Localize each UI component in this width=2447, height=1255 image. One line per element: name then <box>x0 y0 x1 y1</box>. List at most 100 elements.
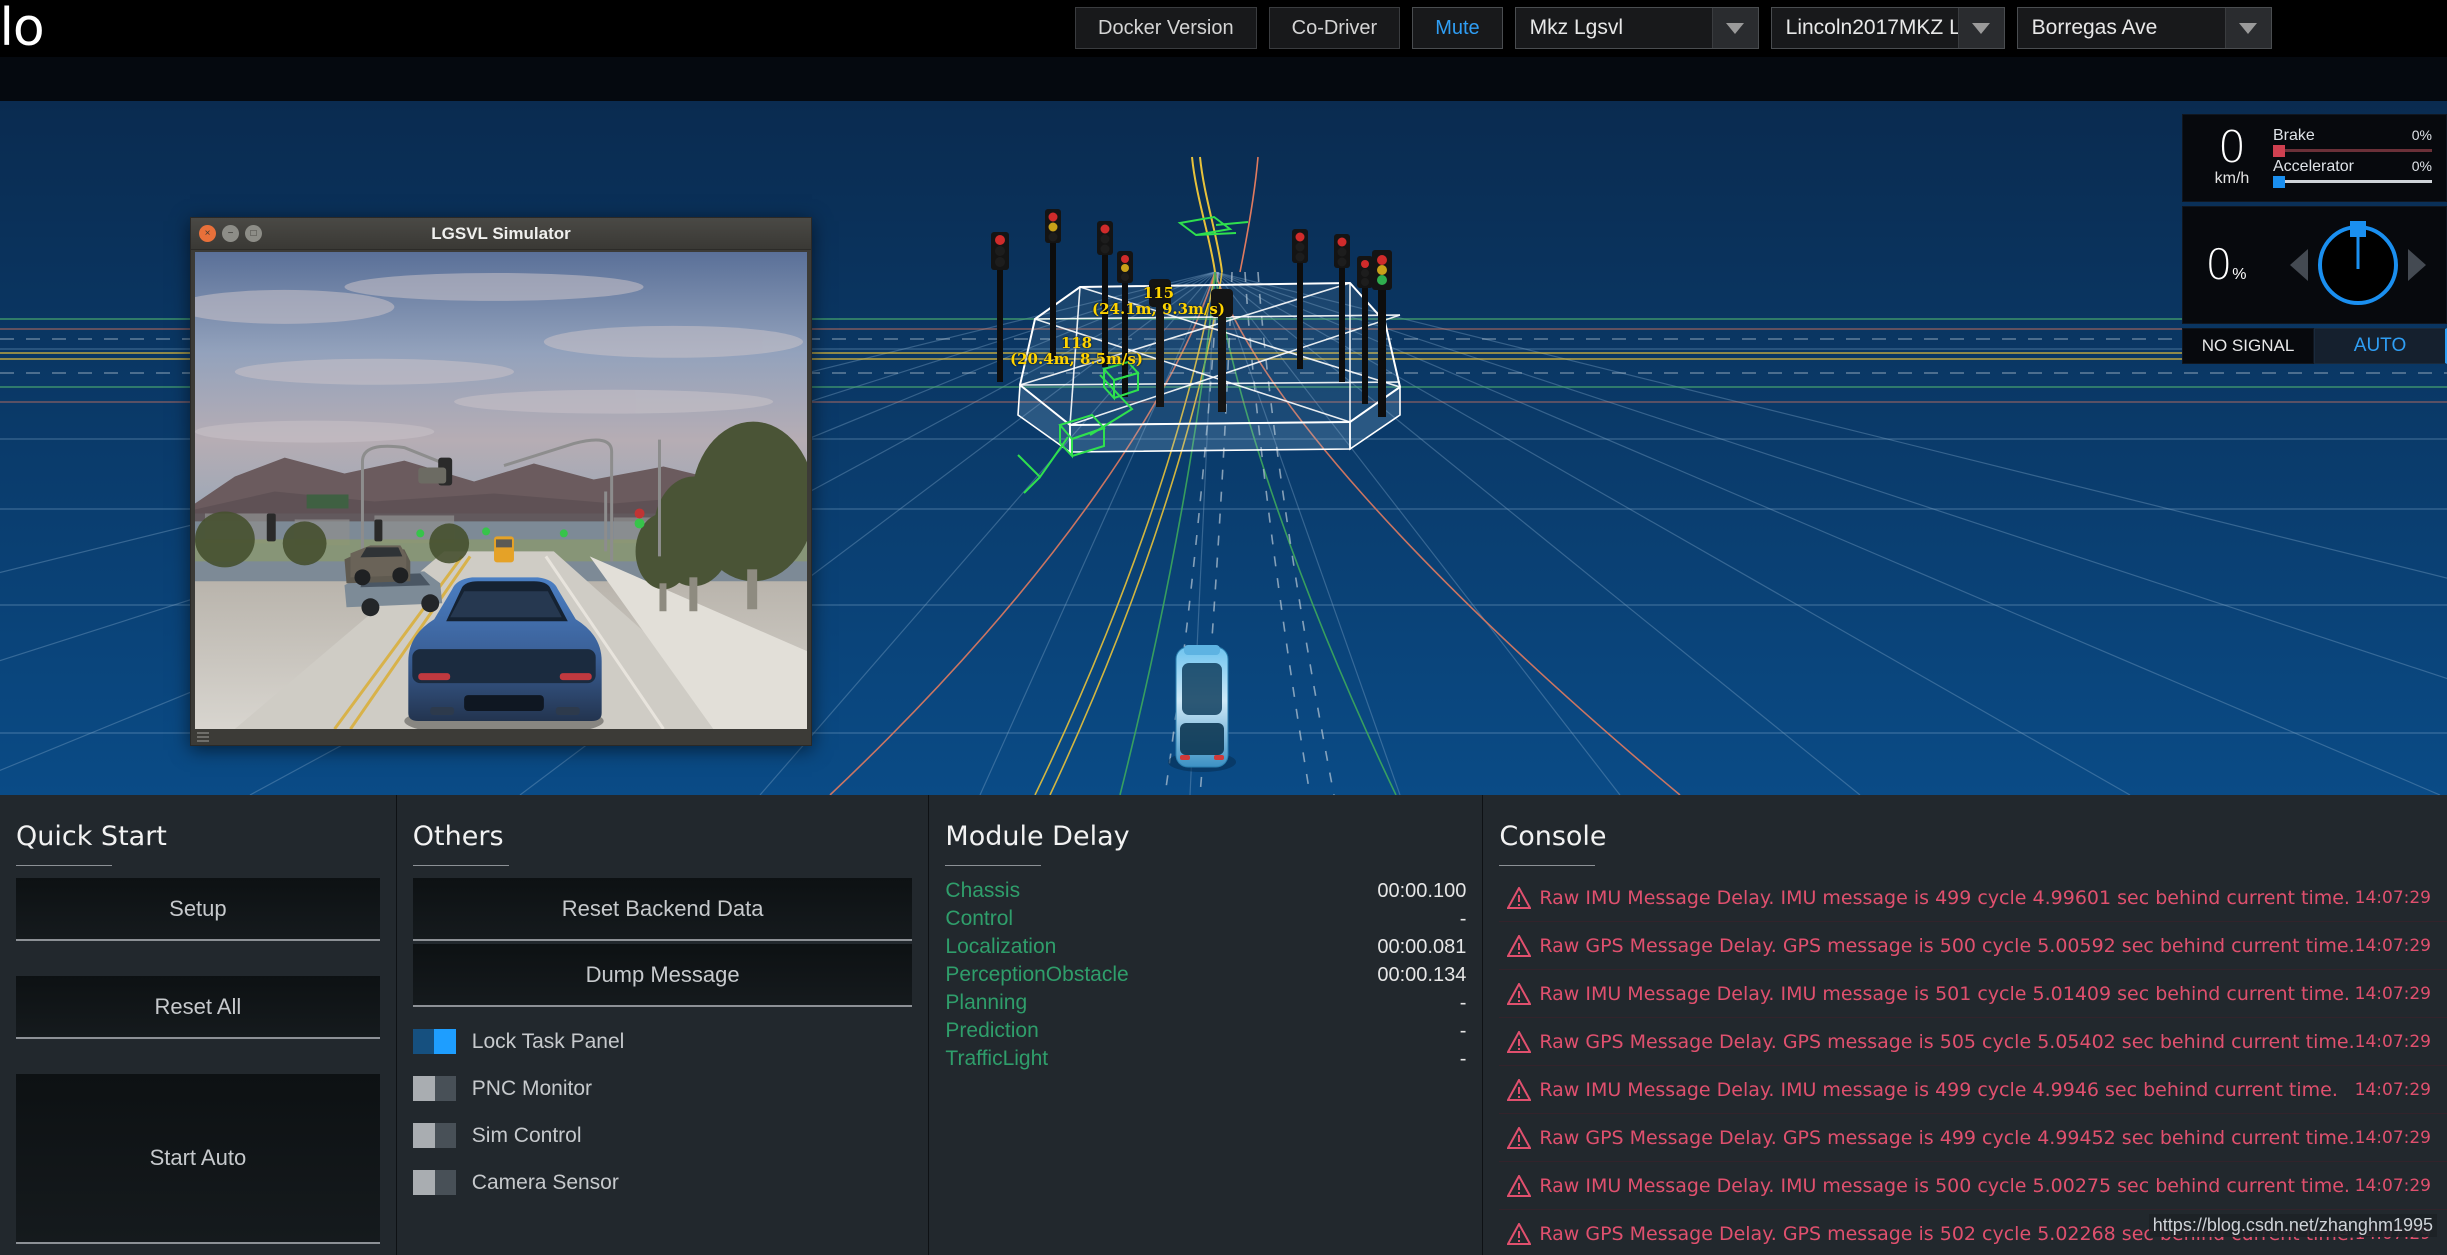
brake-knob <box>2273 145 2285 157</box>
steering-value: 0 <box>2206 240 2233 289</box>
obstacle-id: 115 <box>1092 285 1225 301</box>
start-auto-button[interactable]: Start Auto <box>16 1074 380 1244</box>
hud-speed-block: 0 km/h Brake 0% A <box>2182 114 2447 202</box>
speed-value: 0 <box>2191 128 2273 168</box>
hud-steering-block: 0% <box>2182 206 2447 324</box>
others-panel: Others Reset Backend Data Dump Message L… <box>396 795 929 1255</box>
co-driver-button[interactable]: Co-Driver <box>1269 7 1401 49</box>
mute-button[interactable]: Mute <box>1412 7 1502 49</box>
title-rule <box>16 865 112 866</box>
turn-right-icon <box>2408 249 2426 281</box>
apollo-logo: llo <box>0 2 44 54</box>
console-message: Raw GPS Message Delay. GPS message is 49… <box>1539 1127 2354 1149</box>
dump-message-button[interactable]: Dump Message <box>413 944 913 1007</box>
lgsvl-simulator-window[interactable]: × − □ LGSVL Simulator <box>190 217 812 746</box>
list-item: Raw IMU Message Delay. IMU message is 50… <box>1499 970 2447 1018</box>
obstacle-info: (20.4m, 8.5m/s) <box>1010 351 1143 367</box>
module-name: Prediction <box>945 1019 1038 1043</box>
simulator-camera-view <box>195 252 807 729</box>
toggle-switch-icon[interactable] <box>413 1123 456 1148</box>
toggle-label: Lock Task Panel <box>472 1030 625 1054</box>
module-name: Planning <box>945 991 1027 1015</box>
toggle-lock-task-panel[interactable]: Lock Task Panel <box>413 1029 913 1054</box>
list-item: Raw IMU Message Delay. IMU message is 49… <box>1499 874 2447 922</box>
console-message: Raw GPS Message Delay. GPS message is 50… <box>1539 1031 2354 1053</box>
console-title: Console <box>1499 821 2447 852</box>
module-delay-value: - <box>1460 908 1467 931</box>
console-message: Raw IMU Message Delay. IMU message is 49… <box>1539 1079 2354 1101</box>
module-delay-value: 00:00.081 <box>1377 936 1466 959</box>
signal-status: NO SIGNAL <box>2182 328 2314 364</box>
maximize-icon[interactable]: □ <box>245 225 262 242</box>
toggle-label: Camera Sensor <box>472 1171 619 1195</box>
scene-3d-view[interactable]: 115 (24.1m, 9.3m/s) 118 (20.4m, 8.5m/s) … <box>0 57 2447 795</box>
toggle-pnc-monitor[interactable]: PNC Monitor <box>413 1076 913 1101</box>
map-select[interactable]: Borregas Ave <box>2017 7 2272 49</box>
toggle-switch-icon[interactable] <box>413 1076 456 1101</box>
minimize-icon[interactable]: − <box>222 225 239 242</box>
simulator-title-bar[interactable]: × − □ LGSVL Simulator <box>191 218 811 250</box>
console-timestamp: 14:07:29 <box>2355 1176 2431 1196</box>
close-icon[interactable]: × <box>199 225 216 242</box>
table-row: TrafficLight - <box>945 1045 1466 1073</box>
warning-icon <box>1499 1175 1539 1197</box>
chevron-down-icon[interactable] <box>2225 8 2271 48</box>
vehicle-mode-select[interactable]: Mkz Lgsvl <box>1515 7 1759 49</box>
module-name: TrafficLight <box>945 1047 1048 1071</box>
list-item: Raw IMU Message Delay. IMU message is 49… <box>1499 1066 2447 1114</box>
list-item: Raw IMU Message Delay. IMU message is 50… <box>1499 1162 2447 1210</box>
menu-icon[interactable] <box>197 732 209 742</box>
module-name: Localization <box>945 935 1056 959</box>
reset-backend-data-button[interactable]: Reset Backend Data <box>413 878 913 941</box>
map-value: Borregas Ave <box>2018 8 2225 48</box>
module-delay-value: - <box>1460 1020 1467 1043</box>
module-name: Chassis <box>945 879 1020 903</box>
accelerator-value: 0% <box>2412 158 2432 174</box>
hud-status-row: NO SIGNAL AUTO <box>2182 328 2447 364</box>
list-item: Raw GPS Message Delay. GPS message is 49… <box>1499 1114 2447 1162</box>
accelerator-bar-row: Accelerator 0% <box>2273 158 2432 183</box>
warning-icon <box>1499 983 1539 1005</box>
table-row: Chassis 00:00.100 <box>945 877 1466 905</box>
accelerator-label: Accelerator <box>2273 158 2354 176</box>
toggle-switch-icon[interactable] <box>413 1170 456 1195</box>
module-name: Control <box>945 907 1013 931</box>
watermark: https://blog.csdn.net/zhanghm1995 <box>2149 1214 2437 1237</box>
list-item: Raw GPS Message Delay. GPS message is 50… <box>1499 1018 2447 1066</box>
dreamview-app: llo Docker Version Co-Driver Mute Mkz Lg… <box>0 0 2447 1255</box>
header-controls: Docker Version Co-Driver Mute Mkz Lgsvl … <box>1075 7 2272 49</box>
console-timestamp: 14:07:29 <box>2355 1080 2431 1100</box>
vehicle-model-select[interactable]: Lincoln2017MKZ LGSVL <box>1771 7 2005 49</box>
steering-wheel-icon <box>2318 225 2398 305</box>
table-row: Localization 00:00.081 <box>945 933 1466 961</box>
console-timestamp: 14:07:29 <box>2355 1128 2431 1148</box>
window-controls: × − □ <box>191 225 262 242</box>
obstacle-label-118: 118 (20.4m, 8.5m/s) <box>1010 335 1143 367</box>
reset-all-button[interactable]: Reset All <box>16 976 380 1039</box>
ego-vehicle <box>1168 645 1236 772</box>
toggle-camera-sensor[interactable]: Camera Sensor <box>413 1170 913 1195</box>
brake-bar-row: Brake 0% <box>2273 127 2432 152</box>
console-timestamp: 14:07:29 <box>2355 984 2431 1004</box>
docker-version-button[interactable]: Docker Version <box>1075 7 1257 49</box>
chevron-down-icon[interactable] <box>1958 8 2004 48</box>
setup-button[interactable]: Setup <box>16 878 380 941</box>
console-message: Raw IMU Message Delay. IMU message is 50… <box>1539 1175 2354 1197</box>
brake-value: 0% <box>2412 127 2432 143</box>
steering-wheel-area <box>2269 225 2446 305</box>
quick-start-panel: Quick Start Setup Reset All Start Auto <box>0 795 396 1255</box>
warning-icon <box>1499 935 1539 957</box>
console-message-list[interactable]: Raw IMU Message Delay. IMU message is 49… <box>1499 874 2447 1255</box>
obstacle-label-115: 115 (24.1m, 9.3m/s) <box>1092 285 1225 317</box>
table-row: Prediction - <box>945 1017 1466 1045</box>
vehicle-model-value: Lincoln2017MKZ LGSVL <box>1772 8 1958 48</box>
title-rule <box>413 865 509 866</box>
toggle-switch-icon[interactable] <box>413 1029 456 1054</box>
turn-left-icon <box>2290 249 2308 281</box>
list-item: Raw GPS Message Delay. GPS message is 50… <box>1499 922 2447 970</box>
module-delay-value: - <box>1460 1048 1467 1071</box>
toggle-sim-control[interactable]: Sim Control <box>413 1123 913 1148</box>
drive-mode-badge: AUTO <box>2314 328 2447 364</box>
chevron-down-icon[interactable] <box>1712 8 1758 48</box>
vehicle-mode-value: Mkz Lgsvl <box>1516 8 1712 48</box>
